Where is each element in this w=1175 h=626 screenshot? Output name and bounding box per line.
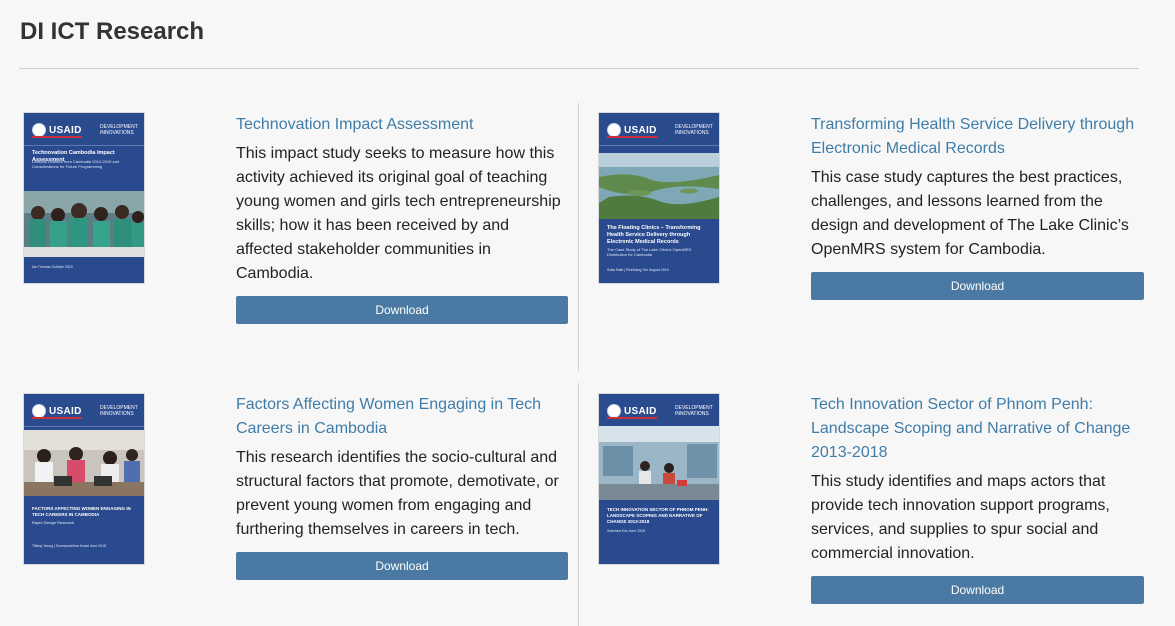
usaid-logo: USAID <box>32 123 82 137</box>
cover-title: FACTORS AFFECTING WOMEN ENGAGING IN TECH… <box>32 506 131 517</box>
cover-subtitle: Rapid Design Research <box>32 520 75 525</box>
usaid-wordmark: USAID <box>624 405 657 417</box>
document-cover-technovation[interactable]: USAID DEVELOPMENT INNOVATIONS Technovati… <box>24 113 144 283</box>
cover-subtitle: The Case Study of The Lake Clinic’s Open… <box>607 247 692 257</box>
cover-footer: Ian Thomas October 2019 <box>32 265 73 269</box>
document-title[interactable]: Technovation Impact Assessment <box>236 113 566 137</box>
development-innovations-label: DEVELOPMENT INNOVATIONS <box>100 405 138 417</box>
cover-header: USAID DEVELOPMENT INNOVATIONS <box>24 113 144 146</box>
document-cover-women-tech-careers[interactable]: USAID DEVELOPMENT INNOVATIONS FACTORS AF… <box>24 394 144 564</box>
students-photo <box>24 191 144 257</box>
download-button[interactable]: Download <box>236 296 568 324</box>
usaid-tagline-bar <box>32 417 82 419</box>
cover-footer: Sofia Ratti | Pisethang Tim August 2019 <box>607 268 669 272</box>
document-title[interactable]: Factors Affecting Women Engaging in Tech… <box>236 393 566 441</box>
lake-aerial-photo <box>599 153 719 219</box>
title-divider <box>19 68 1139 69</box>
usaid-logo: USAID <box>32 404 82 418</box>
download-button[interactable]: Download <box>811 576 1144 604</box>
cover-header: USAID DEVELOPMENT INNOVATIONS <box>24 394 144 427</box>
usaid-logo: USAID <box>607 123 657 137</box>
cover-header: USAID DEVELOPMENT INNOVATIONS <box>599 113 719 146</box>
usaid-seal-icon <box>607 404 621 418</box>
column-divider-top <box>578 103 579 371</box>
usaid-seal-icon <box>607 123 621 137</box>
development-innovations-label: DEVELOPMENT INNOVATIONS <box>675 405 713 417</box>
cover-subtitle: Lessons Learned from Cambodia 2014-2019 … <box>32 159 120 169</box>
usaid-tagline-bar <box>607 417 657 419</box>
download-button[interactable]: Download <box>236 552 568 580</box>
usaid-tagline-bar <box>32 136 82 138</box>
cover-header: USAID DEVELOPMENT INNOVATIONS <box>599 394 719 427</box>
document-description: This research identifies the socio-cultu… <box>236 449 559 538</box>
document-cover-health-records[interactable]: USAID DEVELOPMENT INNOVATIONS The Floati… <box>599 113 719 283</box>
classroom-photo <box>24 430 144 496</box>
usaid-logo: USAID <box>607 404 657 418</box>
document-cover-phnom-penh-landscape[interactable]: USAID DEVELOPMENT INNOVATIONS TECH INNOV… <box>599 394 719 564</box>
document-description: This case study captures the best practi… <box>811 169 1129 258</box>
usaid-seal-icon <box>32 404 46 418</box>
download-button[interactable]: Download <box>811 272 1144 300</box>
document-title[interactable]: Tech Innovation Sector of Phnom Penh: La… <box>811 393 1144 465</box>
development-innovations-label: DEVELOPMENT INNOVATIONS <box>100 124 138 136</box>
document-description: This study identifies and maps actors th… <box>811 473 1110 562</box>
usaid-tagline-bar <box>607 136 657 138</box>
document-description: This impact study seeks to measure how t… <box>236 145 561 282</box>
usaid-wordmark: USAID <box>49 405 82 417</box>
cover-title: TECH INNOVATION SECTOR OF PHNOM PENH: LA… <box>607 507 709 524</box>
document-title[interactable]: Transforming Health Service Delivery thr… <box>811 113 1144 161</box>
cover-title: The Floating Clinics – Transforming Heal… <box>607 225 701 245</box>
usaid-wordmark: USAID <box>49 124 82 136</box>
development-innovations-label: DEVELOPMENT INNOVATIONS <box>675 124 713 136</box>
column-divider-bottom <box>578 383 579 626</box>
usaid-wordmark: USAID <box>624 124 657 136</box>
cover-footer: Tiffany Yeung | Sonnamvichea Kosal June … <box>32 544 107 548</box>
coworking-space-photo <box>599 426 719 500</box>
page-title: DI ICT Research <box>20 18 205 45</box>
usaid-seal-icon <box>32 123 46 137</box>
cover-footer: Sokchea Kim June 2018 <box>607 529 645 533</box>
